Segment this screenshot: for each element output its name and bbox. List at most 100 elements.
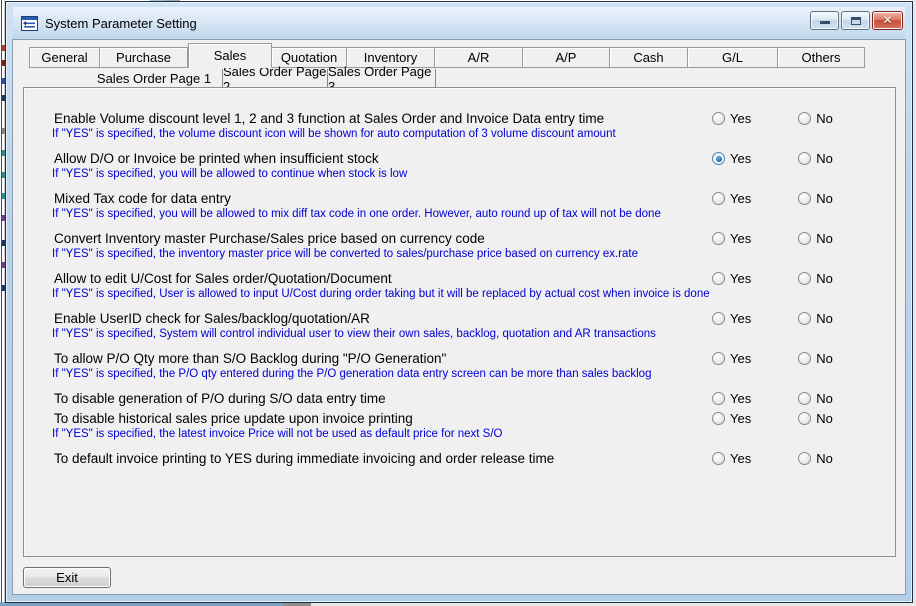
radio-no-label: No — [816, 311, 833, 326]
radio-group: Yes No — [712, 111, 833, 126]
radio-yes-circle[interactable] — [712, 232, 725, 245]
radio-yes-circle[interactable] — [712, 112, 725, 125]
radio-no[interactable]: No — [798, 151, 833, 166]
radio-yes[interactable]: Yes — [712, 271, 751, 286]
radio-yes-circle[interactable] — [712, 412, 725, 425]
setting-row: To allow P/O Qty more than S/O Backlog d… — [24, 350, 895, 382]
radio-no[interactable]: No — [798, 391, 833, 406]
radio-yes-label: Yes — [730, 191, 751, 206]
title-bar[interactable]: System Parameter Setting ✕ — [13, 7, 905, 40]
radio-yes[interactable]: Yes — [712, 351, 751, 366]
tab-sales[interactable]: Sales — [188, 43, 272, 68]
setting-description: If "YES" is specified, the latest invoic… — [52, 427, 895, 442]
radio-yes-label: Yes — [730, 451, 751, 466]
tab-purchase[interactable]: Purchase — [100, 47, 188, 68]
radio-no-circle[interactable] — [798, 232, 811, 245]
maximize-icon — [851, 17, 861, 25]
radio-yes-circle[interactable] — [712, 272, 725, 285]
close-button[interactable]: ✕ — [872, 11, 903, 30]
setting-description: If "YES" is specified, the volume discou… — [52, 127, 895, 142]
radio-no-circle[interactable] — [798, 412, 811, 425]
setting-row: Enable UserID check for Sales/backlog/qu… — [24, 310, 895, 342]
radio-yes[interactable]: Yes — [712, 391, 751, 406]
setting-description: If "YES" is specified, System will contr… — [52, 327, 895, 342]
maximize-button[interactable] — [841, 11, 870, 30]
radio-yes-circle[interactable] — [712, 312, 725, 325]
radio-yes-circle[interactable] — [712, 392, 725, 405]
main-tab-strip: GeneralPurchaseSalesQuotationInventoryA/… — [29, 47, 865, 68]
tab-a-p[interactable]: A/P — [523, 47, 610, 68]
setting-description: If "YES" is specified, you will be allow… — [52, 167, 895, 182]
radio-group: Yes No — [712, 271, 833, 286]
radio-no-circle[interactable] — [798, 272, 811, 285]
radio-no[interactable]: No — [798, 271, 833, 286]
radio-no-label: No — [816, 451, 833, 466]
radio-no-circle[interactable] — [798, 192, 811, 205]
subtab-sales-order-page-1[interactable]: Sales Order Page 1 — [86, 69, 223, 88]
radio-no[interactable]: No — [798, 351, 833, 366]
form-icon — [21, 16, 38, 31]
radio-no[interactable]: No — [798, 231, 833, 246]
close-icon: ✕ — [873, 13, 902, 27]
radio-no-label: No — [816, 111, 833, 126]
radio-yes-label: Yes — [730, 231, 751, 246]
setting-row: Allow D/O or Invoice be printed when ins… — [24, 150, 895, 182]
exit-button[interactable]: Exit — [23, 567, 111, 588]
radio-yes-label: Yes — [730, 311, 751, 326]
radio-no-circle[interactable] — [798, 452, 811, 465]
radio-no[interactable]: No — [798, 311, 833, 326]
radio-yes[interactable]: Yes — [712, 191, 751, 206]
radio-yes-circle[interactable] — [712, 352, 725, 365]
radio-no-circle[interactable] — [798, 352, 811, 365]
radio-yes[interactable]: Yes — [712, 311, 751, 326]
radio-yes[interactable]: Yes — [712, 231, 751, 246]
window-title: System Parameter Setting — [45, 16, 197, 31]
radio-yes-label: Yes — [730, 411, 751, 426]
setting-row: Convert Inventory master Purchase/Sales … — [24, 230, 895, 262]
setting-row: To disable historical sales price update… — [24, 410, 895, 442]
radio-yes-circle[interactable] — [712, 452, 725, 465]
radio-no-circle[interactable] — [798, 392, 811, 405]
setting-row: Mixed Tax code for data entryIf "YES" is… — [24, 190, 895, 222]
radio-no-label: No — [816, 351, 833, 366]
radio-yes[interactable]: Yes — [712, 151, 751, 166]
radio-no-label: No — [816, 191, 833, 206]
radio-no[interactable]: No — [798, 111, 833, 126]
radio-yes[interactable]: Yes — [712, 411, 751, 426]
radio-yes[interactable]: Yes — [712, 451, 751, 466]
tab-cash[interactable]: Cash — [610, 47, 688, 68]
radio-yes[interactable]: Yes — [712, 111, 751, 126]
tab-others[interactable]: Others — [778, 47, 865, 68]
radio-no-label: No — [816, 391, 833, 406]
radio-yes-circle[interactable] — [712, 152, 725, 165]
setting-row: Enable Volume discount level 1, 2 and 3 … — [24, 110, 895, 142]
subtab-sales-order-page-3[interactable]: Sales Order Page 3 — [328, 69, 436, 88]
radio-no-circle[interactable] — [798, 112, 811, 125]
radio-no[interactable]: No — [798, 411, 833, 426]
tab-general[interactable]: General — [29, 47, 100, 68]
setting-description: If "YES" is specified, the inventory mas… — [52, 247, 895, 262]
subtab-sales-order-page-2[interactable]: Sales Order Page 2 — [223, 69, 328, 88]
radio-group: Yes No — [712, 411, 833, 426]
setting-row: To disable generation of P/O during S/O … — [24, 390, 895, 407]
radio-yes-circle[interactable] — [712, 192, 725, 205]
window-controls: ✕ — [808, 11, 903, 30]
setting-description: If "YES" is specified, User is allowed t… — [52, 287, 895, 302]
tab-g-l[interactable]: G/L — [688, 47, 778, 68]
minimize-button[interactable] — [810, 11, 839, 30]
tab-a-r[interactable]: A/R — [435, 47, 523, 68]
radio-group: Yes No — [712, 351, 833, 366]
radio-no-label: No — [816, 231, 833, 246]
setting-row: To default invoice printing to YES durin… — [24, 450, 895, 467]
sales-order-page-1-panel: Enable Volume discount level 1, 2 and 3 … — [23, 87, 896, 557]
radio-yes-label: Yes — [730, 271, 751, 286]
radio-no-circle[interactable] — [798, 312, 811, 325]
radio-no[interactable]: No — [798, 451, 833, 466]
radio-group: Yes No — [712, 191, 833, 206]
radio-no[interactable]: No — [798, 191, 833, 206]
radio-yes-label: Yes — [730, 391, 751, 406]
background-sliver-border — [1, 0, 2, 606]
radio-no-circle[interactable] — [798, 152, 811, 165]
radio-no-label: No — [816, 151, 833, 166]
system-parameter-setting-window: System Parameter Setting ✕ GeneralPurcha… — [5, 1, 913, 603]
